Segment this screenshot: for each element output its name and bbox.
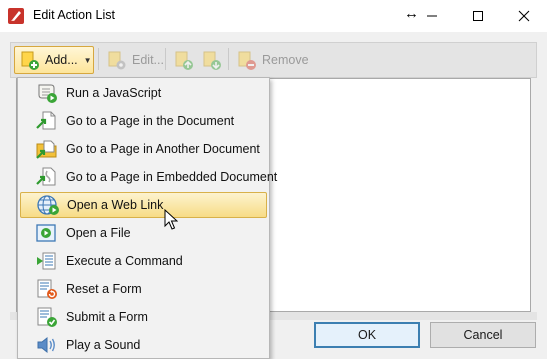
menu-item-open-web-link[interactable]: Open a Web Link [20, 192, 267, 218]
menu-item-label: Go to a Page in the Document [66, 114, 235, 128]
add-action-icon [19, 49, 41, 71]
add-button-label: Add... [45, 53, 78, 67]
submit-form-icon [35, 306, 59, 328]
menu-item-goto-embedded-document[interactable]: Go to a Page in Embedded Document [20, 164, 277, 190]
chevron-down-icon: ▼ [83, 55, 92, 65]
close-icon [518, 10, 530, 22]
menu-item-label: Reset a Form [66, 282, 142, 296]
open-file-icon [35, 222, 59, 244]
cancel-button[interactable]: Cancel [430, 322, 536, 348]
menu-item-label: Run a JavaScript [66, 86, 162, 100]
goto-embedded-document-icon [35, 166, 59, 188]
edit-button-label: Edit... [132, 53, 164, 67]
move-down-icon [201, 49, 223, 71]
menu-item-play-sound[interactable]: Play a Sound [20, 332, 267, 358]
menu-item-label: Open a Web Link [67, 198, 164, 212]
web-link-icon [36, 194, 60, 216]
menu-item-label: Execute a Command [66, 254, 183, 268]
toolbar-divider [165, 48, 166, 70]
menu-item-label: Go to a Page in Embedded Document [66, 170, 278, 184]
ok-button[interactable]: OK [314, 322, 420, 348]
add-button[interactable]: Add... ▼ [14, 46, 94, 74]
reset-form-icon [35, 278, 59, 300]
title-bar[interactable]: Edit Action List ↔ [0, 0, 547, 32]
remove-button[interactable]: Remove [232, 46, 310, 74]
move-down-button[interactable] [197, 46, 225, 74]
edit-action-list-dialog: Edit Action List ↔ Add... ▼ Edit... Remo… [0, 0, 547, 359]
toolbar-divider [228, 48, 229, 70]
remove-button-label: Remove [262, 53, 309, 67]
add-action-menu: Run a JavaScript Go to a Page in the Doc… [17, 77, 277, 359]
edit-action-icon [106, 49, 128, 71]
mouse-cursor-icon [164, 208, 179, 231]
menu-item-goto-page[interactable]: Go to a Page in the Document [20, 108, 267, 134]
toolbar-divider [98, 48, 99, 70]
menu-item-label: Submit a Form [66, 310, 148, 324]
goto-page-icon [35, 110, 59, 132]
menu-item-execute-command[interactable]: Execute a Command [20, 248, 267, 274]
app-logo-icon [8, 8, 24, 24]
menu-item-goto-other-document[interactable]: Go to a Page in Another Document [20, 136, 267, 162]
menu-item-run-javascript[interactable]: Run a JavaScript [20, 80, 267, 106]
menu-item-submit-form[interactable]: Submit a Form [20, 304, 267, 330]
menu-item-label: Play a Sound [66, 338, 141, 352]
menu-item-label: Open a File [66, 226, 131, 240]
menu-item-label: Go to a Page in Another Document [66, 142, 260, 156]
maximize-button[interactable] [455, 0, 501, 32]
maximize-icon [472, 10, 484, 22]
minimize-button[interactable] [409, 0, 455, 32]
execute-command-icon [35, 250, 59, 272]
menu-item-open-file[interactable]: Open a File [20, 220, 267, 246]
minimize-icon [426, 10, 438, 22]
play-sound-icon [35, 334, 59, 356]
javascript-scroll-icon [35, 82, 59, 104]
remove-action-icon [236, 49, 258, 71]
close-button[interactable] [501, 0, 547, 32]
goto-other-document-icon [35, 138, 59, 160]
menu-item-reset-form[interactable]: Reset a Form [20, 276, 267, 302]
edit-button[interactable]: Edit... [102, 46, 164, 74]
window-title: Edit Action List [33, 8, 115, 22]
move-up-icon [173, 49, 195, 71]
move-up-button[interactable] [169, 46, 197, 74]
